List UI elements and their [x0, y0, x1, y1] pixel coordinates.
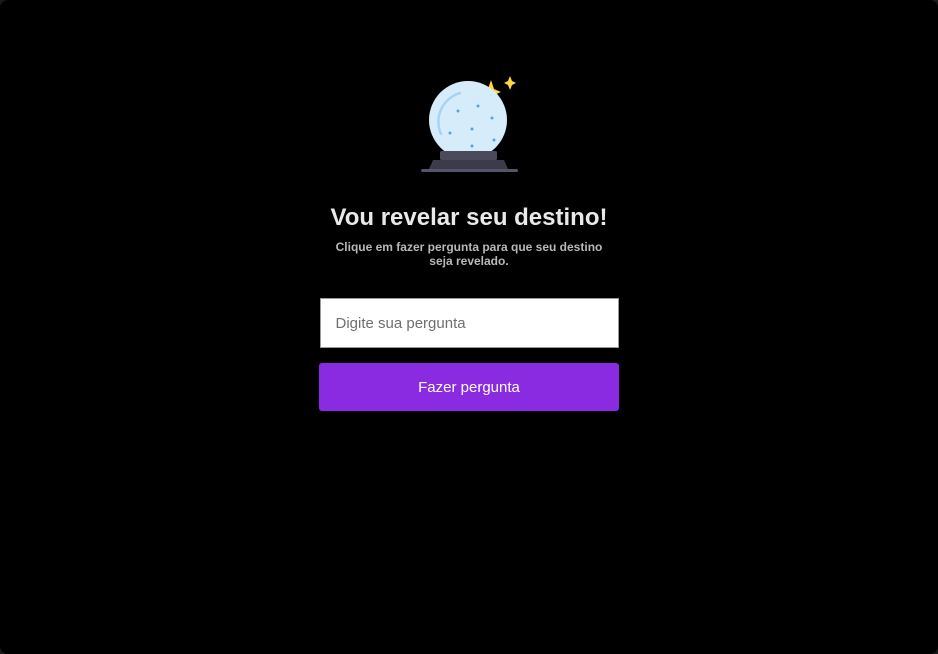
page-subtitle: Clique em fazer pergunta para que seu de… [335, 240, 603, 268]
question-input[interactable] [319, 298, 619, 348]
sparkle-small-icon [504, 76, 516, 90]
crystal-ball-icon [421, 76, 518, 172]
app-window: Vou revelar seu destino! Clique em fazer… [0, 0, 938, 654]
ask-question-button[interactable]: Fazer pergunta [319, 363, 619, 411]
page-title: Vou revelar seu destino! [330, 204, 608, 231]
oracle-panel: Vou revelar seu destino! Clique em fazer… [319, 74, 619, 411]
